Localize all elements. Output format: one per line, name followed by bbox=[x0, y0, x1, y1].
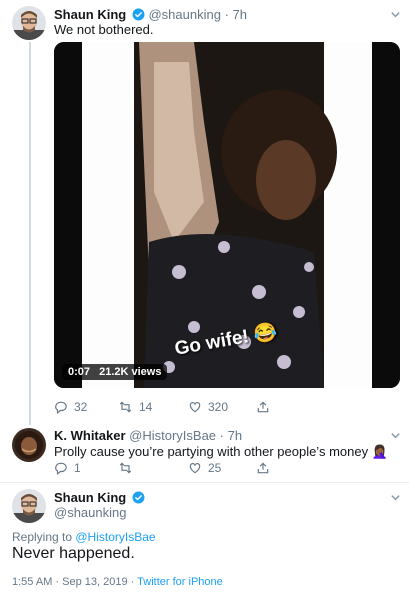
chevron-down-icon[interactable] bbox=[390, 9, 401, 23]
verified-badge-icon bbox=[132, 491, 145, 507]
tweet-shaunking[interactable]: Shaun King @shaunking · 7h We not bother… bbox=[0, 0, 409, 425]
tweet-text: Prolly cause you’re partying with other … bbox=[54, 444, 388, 459]
reply-count: 32 bbox=[74, 400, 88, 414]
chevron-down-icon[interactable] bbox=[390, 492, 401, 506]
like-count: 320 bbox=[208, 400, 229, 414]
like-count: 25 bbox=[208, 461, 222, 475]
share-icon bbox=[256, 461, 270, 475]
replying-to: Replying to @HistoryIsBae bbox=[12, 530, 156, 544]
like-button[interactable]: 320 bbox=[188, 400, 228, 414]
tweet-historyisbae[interactable]: K. Whitaker @HistoryIsBae · 7h Prolly ca… bbox=[0, 425, 409, 482]
author-handle[interactable]: @HistoryIsBae bbox=[129, 428, 216, 443]
tweet-header: K. Whitaker @HistoryIsBae · 7h bbox=[54, 428, 242, 443]
replying-to-link[interactable]: @HistoryIsBae bbox=[75, 530, 155, 544]
retweet-count: 14 bbox=[139, 400, 153, 414]
separator-dot: · bbox=[219, 428, 224, 443]
retweet-icon bbox=[118, 461, 133, 475]
source-link[interactable]: Twitter for iPhone bbox=[137, 576, 223, 588]
author-name[interactable]: Shaun King bbox=[54, 7, 126, 22]
separator-dot: · bbox=[224, 7, 229, 22]
avatar[interactable] bbox=[12, 428, 46, 462]
author-handle[interactable]: @shaunking bbox=[54, 505, 126, 520]
retweet-button[interactable]: 14 bbox=[118, 400, 152, 414]
share-button[interactable] bbox=[256, 461, 270, 475]
like-icon bbox=[188, 400, 202, 414]
author-handle-row: @shaunking bbox=[54, 505, 126, 520]
chevron-down-icon[interactable] bbox=[390, 430, 401, 444]
reply-icon bbox=[54, 461, 68, 475]
author-name[interactable]: K. Whitaker bbox=[54, 428, 126, 443]
tweet-metadata: 1:55 AM · Sep 13, 2019 · Twitter for iPh… bbox=[12, 576, 223, 588]
main-tweet-text: Never happened. bbox=[12, 545, 135, 562]
author-name[interactable]: Shaun King bbox=[54, 490, 126, 505]
reply-button[interactable]: 32 bbox=[54, 400, 87, 414]
video-player[interactable]: Go wife! 😂 0:07 21.2K views bbox=[54, 42, 400, 388]
reply-icon bbox=[54, 400, 68, 414]
tweet-text: We not bothered. bbox=[54, 22, 154, 37]
replying-prefix: Replying to bbox=[12, 530, 76, 544]
timestamp[interactable]: 1:55 AM · Sep 13, 2019 · bbox=[12, 576, 137, 588]
share-icon bbox=[256, 400, 270, 414]
tweet-time[interactable]: 7h bbox=[228, 428, 242, 443]
avatar[interactable] bbox=[12, 489, 46, 523]
retweet-icon bbox=[118, 400, 133, 414]
reply-count: 1 bbox=[74, 461, 81, 475]
tweet-time[interactable]: 7h bbox=[233, 7, 247, 22]
video-stats: 0:07 21.2K views bbox=[62, 364, 168, 380]
video-views: 21.2K views bbox=[99, 366, 162, 378]
like-icon bbox=[188, 461, 202, 475]
reply-button[interactable]: 1 bbox=[54, 461, 81, 475]
avatar[interactable] bbox=[12, 6, 46, 40]
video-duration: 0:07 bbox=[68, 366, 91, 378]
share-button[interactable] bbox=[256, 400, 270, 414]
author-handle[interactable]: @shaunking bbox=[148, 7, 220, 22]
like-button[interactable]: 25 bbox=[188, 461, 221, 475]
retweet-button[interactable] bbox=[118, 461, 139, 475]
